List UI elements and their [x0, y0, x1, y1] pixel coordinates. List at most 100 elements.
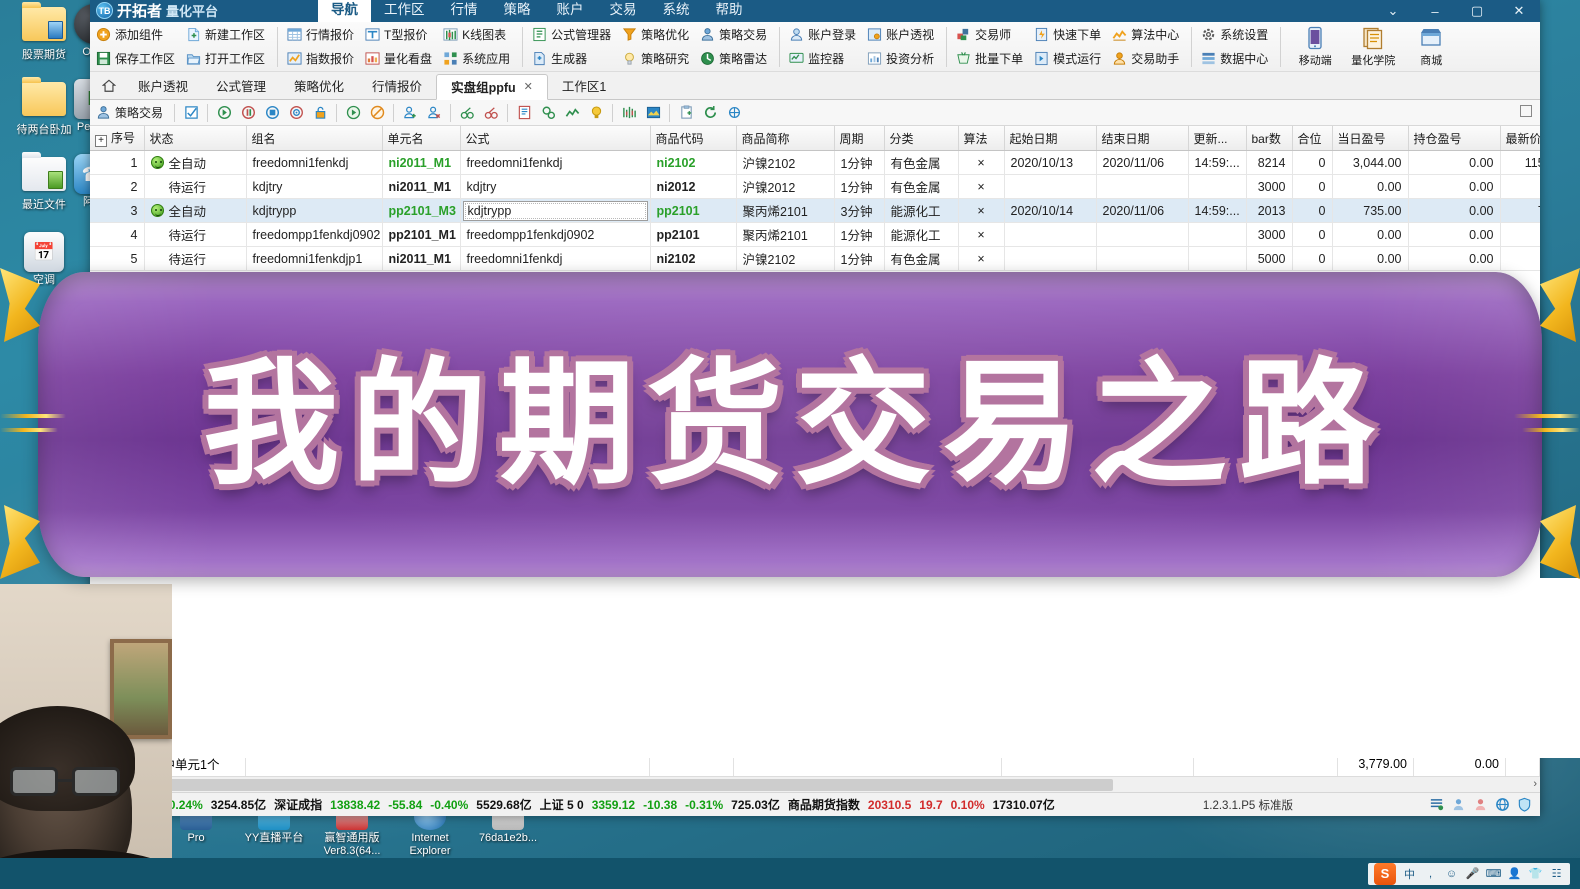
ribbon-settings[interactable]: 系统设置: [1197, 23, 1275, 46]
col-end-date[interactable]: 结束日期: [1096, 126, 1189, 151]
menu-item-strategy[interactable]: 策略: [491, 0, 544, 22]
ribbon-strategy-trade[interactable]: 策略交易: [696, 23, 774, 46]
cell-formula[interactable]: kdjtrypp: [460, 198, 651, 223]
ribbon-mobile[interactable]: 移动端: [1286, 23, 1344, 71]
ribbon-algo-center[interactable]: 算法中心: [1108, 23, 1186, 46]
col-seq[interactable]: + 序号: [90, 126, 145, 151]
list-icon[interactable]: [1429, 797, 1444, 812]
menu-item-quotes[interactable]: 行情: [438, 0, 491, 22]
ribbon-open-workspace[interactable]: 打开工作区: [182, 47, 272, 70]
close-button[interactable]: ✕: [1498, 0, 1540, 22]
ribbon-system-apps[interactable]: 系统应用: [439, 47, 517, 70]
table-row[interactable]: 2 待运行 kdjtry ni2011_M1 kdjtry ni2012 沪镍2…: [90, 174, 1540, 199]
ribbon-mode-run[interactable]: 模式运行: [1030, 47, 1108, 70]
col-update[interactable]: 更新...: [1188, 126, 1247, 151]
user-blue-icon[interactable]: [1451, 797, 1466, 812]
col-holding-pnl[interactable]: 持仓盈号: [1408, 126, 1501, 151]
ribbon-trade-assistant[interactable]: 交易助手: [1108, 47, 1186, 70]
menu-item-trade[interactable]: 交易: [597, 0, 650, 22]
col-position[interactable]: 合位: [1292, 126, 1333, 151]
emoji-icon[interactable]: ☺: [1444, 866, 1459, 881]
col-latest-price[interactable]: 最新价: [1500, 126, 1540, 151]
ribbon-save-workspace[interactable]: 保存工作区: [92, 47, 182, 70]
skin-icon[interactable]: 👕: [1528, 866, 1543, 881]
ribbon-quant-board[interactable]: 量化看盘: [361, 47, 439, 70]
chinese-icon[interactable]: 中: [1402, 866, 1417, 881]
maximize-panel-button[interactable]: [1520, 105, 1532, 117]
col-formula[interactable]: 公式: [460, 126, 651, 151]
menu-item-help[interactable]: 帮助: [703, 0, 756, 22]
ribbon-store[interactable]: 商城: [1402, 23, 1460, 71]
tab-strategy-optimize[interactable]: 策略优化: [280, 73, 358, 99]
globe-icon[interactable]: [1495, 797, 1510, 812]
table-row[interactable]: 1 全自动 freedomni1fenkdj ni2011_M1 freedom…: [90, 150, 1540, 175]
punctuation-icon[interactable]: ,: [1423, 866, 1438, 881]
ribbon-account-view[interactable]: 账户透视: [863, 23, 941, 46]
stop-icon[interactable]: [366, 102, 388, 124]
lock-icon[interactable]: [309, 102, 331, 124]
ribbon-t-quote[interactable]: T型报价: [361, 23, 439, 46]
clipboard-icon[interactable]: [675, 102, 697, 124]
col-product-code[interactable]: 商品代码: [650, 126, 737, 151]
menu-item-account[interactable]: 账户: [544, 0, 597, 22]
col-daily-pnl[interactable]: 当日盈号: [1332, 126, 1409, 151]
user-red-icon[interactable]: [1473, 797, 1488, 812]
ribbon-monitor[interactable]: 监控器: [785, 47, 863, 70]
tab-formula-manage[interactable]: 公式管理: [202, 73, 280, 99]
menu-item-system[interactable]: 系统: [650, 0, 703, 22]
tab-live-group-ppfu[interactable]: 实盘组ppfu ✕: [436, 74, 548, 100]
home-icon[interactable]: [94, 73, 124, 99]
cell-formula[interactable]: freedomni1fenkdj: [460, 150, 651, 175]
tab-workspace-1[interactable]: 工作区1: [548, 73, 620, 99]
run-red-icon[interactable]: [237, 102, 259, 124]
mic-icon[interactable]: 🎤: [1465, 866, 1480, 881]
keyboard-icon[interactable]: ⌨: [1486, 866, 1502, 881]
remove-user-icon[interactable]: [423, 102, 445, 124]
refresh-icon[interactable]: [699, 102, 721, 124]
ribbon-academy[interactable]: 量化学院: [1344, 23, 1402, 71]
col-status[interactable]: 状态: [144, 126, 247, 151]
horizontal-scrollbar[interactable]: ›: [90, 776, 1540, 792]
ribbon-trader[interactable]: 交易师: [952, 23, 1030, 46]
tab-market-quote[interactable]: 行情报价: [358, 73, 436, 99]
link-green-icon[interactable]: [456, 102, 478, 124]
chart-line-icon[interactable]: [561, 102, 583, 124]
table-row[interactable]: 4 待运行 freedompp1fenkdj0902 pp2101_M1 fre…: [90, 222, 1540, 247]
run-blue-icon[interactable]: [261, 102, 283, 124]
ribbon-investment-analysis[interactable]: 投资分析: [863, 47, 941, 70]
settings-icon[interactable]: [537, 102, 559, 124]
image-icon[interactable]: [642, 102, 664, 124]
ribbon-data-center[interactable]: 数据中心: [1197, 47, 1275, 70]
ribbon-quote-table[interactable]: 行情报价: [283, 23, 361, 46]
formula-edit-input[interactable]: kdjtrypp: [462, 200, 648, 221]
ribbon-strategy-radar[interactable]: 策略雷达: [696, 47, 774, 70]
link-red-icon[interactable]: [480, 102, 502, 124]
ribbon-new-workspace[interactable]: 新建工作区: [182, 23, 272, 46]
share-icon[interactable]: [723, 102, 745, 124]
shield-icon[interactable]: [1517, 797, 1532, 812]
col-group-name[interactable]: 组名: [246, 126, 383, 151]
target-icon[interactable]: [285, 102, 307, 124]
ribbon-formula-manager[interactable]: 公式管理器: [528, 23, 618, 46]
close-icon[interactable]: ✕: [524, 80, 533, 93]
col-algorithm[interactable]: 算法: [958, 126, 1005, 151]
ribbon-strategy-optimize[interactable]: 策略优化: [618, 23, 696, 46]
menu-item-nav[interactable]: 导航: [318, 0, 372, 22]
ribbon-generator[interactable]: 生成器: [528, 47, 618, 70]
cell-formula[interactable]: freedomni1fenkdj: [460, 246, 651, 271]
expand-all-icon[interactable]: +: [95, 135, 107, 147]
ribbon-index-quote[interactable]: 指数报价: [283, 47, 361, 70]
add-user-icon[interactable]: [399, 102, 421, 124]
col-unit-name[interactable]: 单元名: [382, 126, 461, 151]
col-product-name[interactable]: 商品简称: [736, 126, 835, 151]
col-category[interactable]: 分类: [884, 126, 959, 151]
menu-item-workspace[interactable]: 工作区: [371, 0, 438, 22]
ribbon-quick-order[interactable]: 快速下单: [1030, 23, 1108, 46]
bars-icon[interactable]: [618, 102, 640, 124]
ribbon-account-login[interactable]: 账户登录: [785, 23, 863, 46]
ribbon-strategy-research[interactable]: 策略研究: [618, 47, 696, 70]
table-row[interactable]: 5 待运行 freedomni1fenkdjp1 ni2011_M1 freed…: [90, 246, 1540, 271]
run-green-icon[interactable]: [213, 102, 235, 124]
tab-account-view[interactable]: 账户透视: [124, 73, 202, 99]
scrollbar-thumb[interactable]: [91, 779, 1113, 791]
